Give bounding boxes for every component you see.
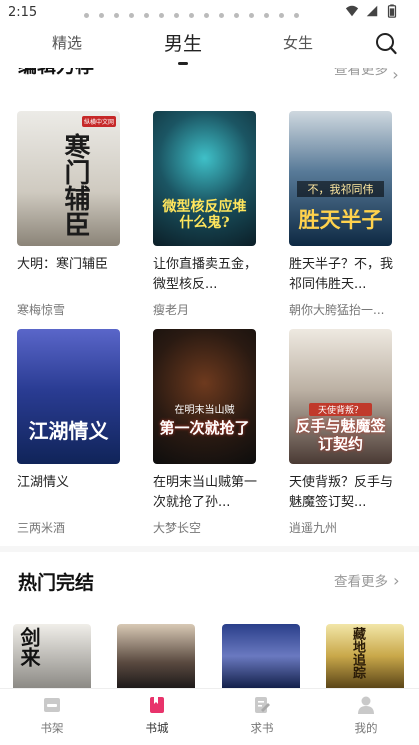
book-title: 大明：寒门辅臣 [17,257,109,272]
book-title: 江湖情义 [17,475,70,490]
top-tabs: 精选 男生 女生 [0,26,419,68]
book-cover[interactable]: 纵横中文网 寒门辅臣 [17,111,120,246]
nav-label: 书城 [145,721,169,735]
hot-more-link[interactable]: 查看更多 [334,570,399,590]
cover-subtitle: 不，我祁同伟 [297,181,384,197]
book-author: 大梦长空 [153,521,202,535]
book-cover[interactable]: 天使背叛？ 反手与魅魔签订契约 [289,329,392,464]
nav-profile[interactable]: 我的 [336,695,396,736]
battery-icon [387,4,397,18]
cover-title: 藏地追踪 [350,627,365,679]
cover-subtitle: 在明末当山贼 [174,405,235,416]
cover-title: 微型核反应堆什么鬼? [162,199,247,231]
cover-title: 江湖情义 [28,419,109,443]
book-author: 寒梅惊雪 [17,303,66,317]
book-card[interactable]: 纵横中文网 寒门辅臣 大明：寒门辅臣 寒梅惊雪 [17,111,121,318]
hot-book-cover[interactable]: 剑来 [13,624,91,688]
book-cover[interactable]: 江湖情义 [17,329,120,464]
status-bar: 2:15 [0,0,419,26]
cover-title: 剑来 [17,627,41,667]
book-cover[interactable]: 微型核反应堆什么鬼? [153,111,256,246]
search-icon[interactable] [375,32,397,56]
book-title: 让你直播卖五金，微型核反... [153,257,257,292]
cover-title: 第一次就抢了 [159,419,250,437]
tab-male[interactable]: 男生 [164,29,202,56]
nav-request-book[interactable]: 求书 [232,695,292,736]
tab-active-indicator [178,62,188,65]
status-time: 2:15 [8,5,38,20]
nav-label: 我的 [354,721,378,735]
hot-book-cover[interactable] [222,624,300,688]
book-author: 朝你大胯猛抬一... [289,303,385,317]
cover-title: 胜天半子 [298,207,383,232]
request-book-icon [255,697,270,713]
book-author: 逍遥九州 [289,521,338,535]
cover-title: 反手与魅魔签订契约 [295,417,386,453]
book-title: 胜天半子？不，我祁同伟胜天... [289,257,393,292]
book-title: 天使背叛？反手与魅魔签订契... [289,475,393,510]
book-author: 三两米酒 [17,521,66,535]
status-icons [345,4,399,18]
book-title: 在明末当山贼第一次就抢了孙... [153,475,257,510]
book-card[interactable]: 不，我祁同伟 胜天半子 胜天半子？不，我祁同伟胜天... 朝你大胯猛抬一... [289,111,393,318]
tab-featured[interactable]: 精选 [52,32,82,53]
signal-icon [366,5,378,17]
nav-label: 求书 [250,721,274,735]
book-card[interactable]: 微型核反应堆什么鬼? 让你直播卖五金，微型核反... 瘦老月 [153,111,257,318]
editor-more-text: 查看更多 [334,68,388,78]
section-title-text: 编辑力荐 [18,68,94,77]
book-card[interactable]: 江湖情义 江湖情义 三两米酒 [17,329,121,536]
profile-icon [358,696,374,714]
hot-book-cover[interactable] [117,624,195,688]
bookstore-icon [150,697,164,713]
book-card[interactable]: 天使背叛？ 反手与魅魔签订契约 天使背叛？反手与魅魔签订契... 逍遥九州 [289,329,393,536]
bottom-navigation: 书架 书城 求书 我的 [0,688,419,745]
nav-bookstore[interactable]: 书城 [127,695,187,736]
hot-book-cover[interactable]: 藏地追踪 [326,624,404,688]
tab-female[interactable]: 女生 [283,32,313,53]
editor-more-link[interactable]: 查看更多 [334,68,399,82]
nav-label: 书架 [40,721,64,735]
book-cover[interactable]: 不，我祁同伟 胜天半子 [289,111,392,246]
bookshelf-icon [44,698,60,712]
book-cover[interactable]: 在明末当山贼 第一次就抢了 [153,329,256,464]
cover-title: 寒门辅臣 [60,133,90,237]
section-title-editor: 编辑力荐 [18,68,94,82]
book-card[interactable]: 在明末当山贼 第一次就抢了 在明末当山贼第一次就抢了孙... 大梦长空 [153,329,257,536]
wifi-icon [345,5,359,17]
section-divider [0,546,419,552]
nav-bookshelf[interactable]: 书架 [22,695,82,736]
publisher-badge: 纵横中文网 [81,116,116,127]
page-indicator-dots [84,13,334,18]
cover-subtitle: 天使背叛？ [309,403,372,416]
book-author: 瘦老月 [153,303,190,317]
section-title-hot: 热门完结 [18,572,95,594]
